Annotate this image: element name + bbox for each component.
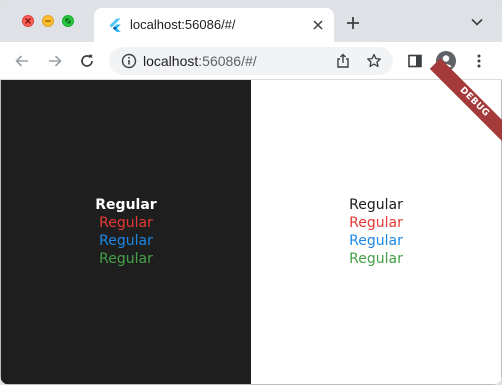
light-text-stack: Regular Regular Regular Regular — [251, 196, 501, 268]
minus-icon — [45, 20, 51, 22]
light-theme-panel: Regular Regular Regular Regular DEBUG — [251, 58, 502, 384]
info-icon[interactable] — [121, 53, 137, 69]
forward-arrow-icon[interactable] — [47, 53, 63, 69]
regular-text-red: Regular — [99, 215, 153, 231]
close-x-icon — [25, 18, 31, 24]
web-content: Regular Regular Regular Regular Regular … — [1, 58, 502, 384]
back-arrow-icon[interactable] — [14, 53, 30, 69]
tab-title: localhost:56086/#/ — [130, 17, 236, 32]
url-path: :56086/#/ — [198, 53, 257, 69]
browser-window: localhost:56086/#/ localhost:56086/#/ Re… — [0, 0, 502, 385]
tab-strip: localhost:56086/#/ — [0, 0, 502, 42]
reload-icon[interactable] — [79, 53, 95, 69]
regular-text-blue: Regular — [349, 233, 403, 249]
fullscreen-icon — [65, 18, 71, 24]
regular-text-green: Regular — [349, 251, 403, 267]
dark-theme-panel: Regular Regular Regular Regular — [1, 80, 251, 384]
address-bar[interactable]: localhost:56086/#/ — [109, 47, 393, 75]
share-icon[interactable] — [335, 53, 351, 69]
star-icon[interactable] — [366, 53, 382, 69]
kebab-menu-icon[interactable] — [471, 53, 487, 69]
url-text[interactable]: localhost:56086/#/ — [143, 53, 257, 69]
window-close-button[interactable] — [22, 15, 34, 27]
active-tab[interactable]: localhost:56086/#/ — [94, 8, 334, 42]
chevron-down-icon[interactable] — [471, 18, 483, 26]
regular-text-blue: Regular — [99, 233, 153, 249]
browser-toolbar: localhost:56086/#/ — [0, 42, 502, 80]
regular-text-red: Regular — [349, 215, 403, 231]
side-panel-icon[interactable] — [407, 53, 423, 69]
regular-text-default: Regular — [95, 197, 157, 213]
plus-icon[interactable] — [346, 16, 360, 30]
flutter-icon — [109, 18, 121, 32]
regular-text-green: Regular — [99, 251, 153, 267]
regular-text-default: Regular — [349, 197, 403, 213]
dark-text-stack: Regular Regular Regular Regular — [1, 196, 251, 268]
close-icon[interactable] — [312, 19, 324, 31]
window-minimize-button[interactable] — [42, 15, 54, 27]
window-maximize-button[interactable] — [62, 15, 74, 27]
url-host: localhost — [143, 53, 199, 69]
